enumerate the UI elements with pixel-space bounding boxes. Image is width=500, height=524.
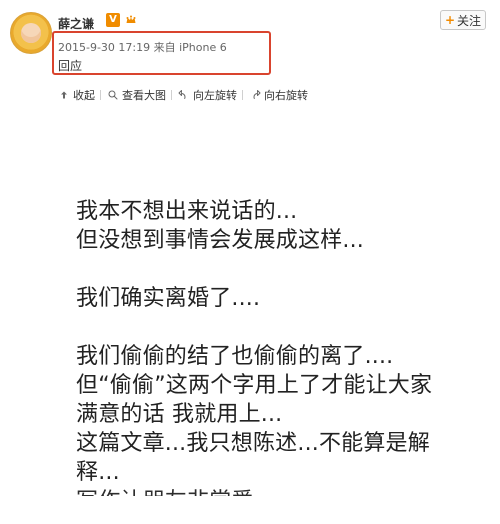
user-name[interactable]: 薛之谦 xyxy=(58,15,94,32)
view-large-label: 查看大图 xyxy=(122,89,166,102)
post-line-6: 满意的话 我就用上... xyxy=(76,402,283,427)
follow-button[interactable]: + 关注 xyxy=(440,10,486,30)
post-line-2: 但没想到事情会发展成这样... xyxy=(76,228,364,253)
post-header: 薛之谦 V + 关注 2015-9-30 17:19 来自 iPhone 6 回… xyxy=(0,0,500,80)
rotate-left-label: 向左旋转 xyxy=(193,89,237,102)
post-line-4: 我们偷偷的结了也偷偷的离了.... xyxy=(76,344,394,369)
rotate-left-button[interactable]: 向左旋转 xyxy=(171,85,243,105)
post-gap-1 xyxy=(76,255,486,284)
post-text: 我本不想出来说话的... 但没想到事情会发展成这样... 我们确实离婚了....… xyxy=(76,197,486,496)
follow-label: 关注 xyxy=(457,13,482,28)
post-line-9-cut: 写作让朋友非常爱 xyxy=(76,487,486,496)
collapse-button[interactable]: 收起 xyxy=(52,85,101,105)
rotate-right-button[interactable]: 向右旋转 xyxy=(242,85,314,105)
post-gap-2 xyxy=(76,313,486,342)
avatar[interactable] xyxy=(10,12,52,54)
post-line-3: 我们确实离婚了.... xyxy=(76,286,261,311)
post-line-5: 但“偷偷”这两个字用上了才能让大家 xyxy=(76,373,433,398)
verified-badge-icon: V xyxy=(106,13,120,27)
timestamp: 2015-9-30 17:19 来自 iPhone 6 xyxy=(58,41,227,54)
rotate-left-icon xyxy=(178,89,190,101)
crown-icon xyxy=(125,14,137,26)
post-line-8: 释... xyxy=(76,460,120,485)
rotate-right-label: 向右旋转 xyxy=(264,89,308,102)
rotate-right-icon xyxy=(249,89,261,101)
image-toolbar: 收起 查看大图 向左旋转 向右旋转 xyxy=(52,83,500,107)
post-line-1: 我本不想出来说话的... xyxy=(76,199,298,224)
plus-icon: + xyxy=(444,13,456,27)
collapse-label: 收起 xyxy=(73,89,95,102)
collapse-up-icon xyxy=(58,89,70,101)
magnify-icon xyxy=(107,89,119,101)
post-line-7: 这篇文章...我只想陈述...不能算是解 xyxy=(76,431,430,456)
view-large-button[interactable]: 查看大图 xyxy=(100,85,172,105)
reply-link[interactable]: 回应 xyxy=(58,57,82,74)
